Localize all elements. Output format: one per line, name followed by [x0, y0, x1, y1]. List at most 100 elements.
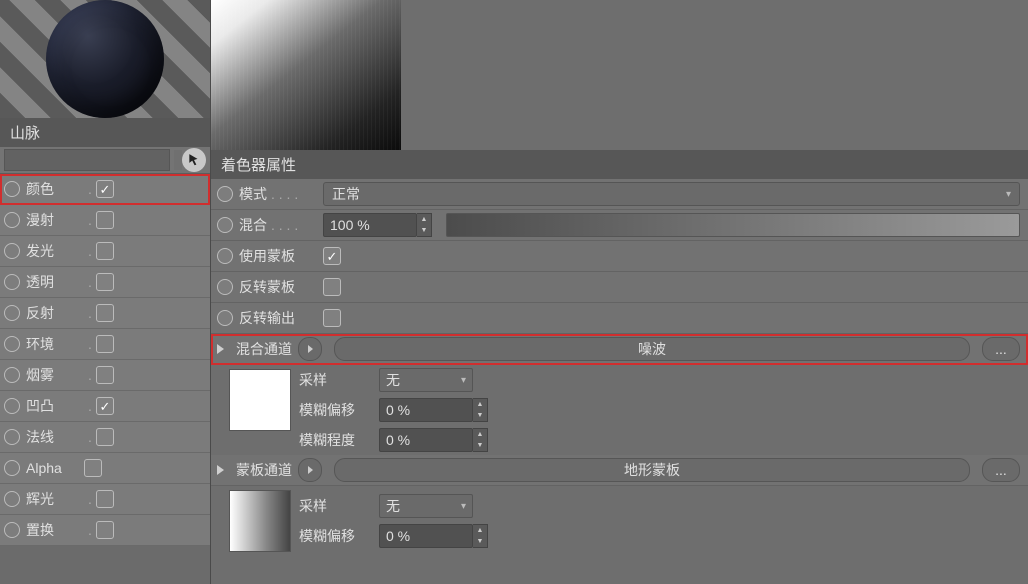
mask-sub-block: 采样 无 模糊偏移 0 % ▲▼ — [211, 486, 1028, 556]
row-blend: 混合 . . . . 100 % ▲▼ — [211, 210, 1028, 241]
radio-icon[interactable] — [4, 212, 20, 228]
picker-icon[interactable] — [182, 148, 206, 172]
material-search-field[interactable] — [4, 149, 170, 171]
channel-checkbox[interactable] — [96, 242, 114, 260]
spinner-icon[interactable]: ▲▼ — [473, 398, 488, 422]
dots-icon: . . . . — [271, 186, 298, 202]
blend-slider[interactable] — [446, 213, 1020, 237]
radio-icon[interactable] — [217, 310, 233, 326]
channel-fog[interactable]: 烟雾 . — [0, 360, 210, 391]
sidebar: 山脉 颜色 . 漫射 . 发光 . — [0, 0, 211, 584]
row-use-mask: 使用蒙板 — [211, 241, 1028, 272]
blend-channel-value: 噪波 — [638, 339, 666, 359]
channel-reflection[interactable]: 反射 . — [0, 298, 210, 329]
blur-offset-field[interactable]: 0 % ▲▼ — [379, 398, 488, 422]
channel-list: 颜色 . 漫射 . 发光 . 透明 . — [0, 174, 210, 584]
use-mask-checkbox[interactable] — [323, 247, 341, 265]
mode-value: 正常 — [332, 184, 360, 204]
mask-channel-value-button[interactable]: 地形蒙板 — [334, 458, 970, 482]
texture-preview[interactable] — [211, 0, 401, 150]
blend-field[interactable]: 100 % ▲▼ — [323, 213, 432, 237]
channel-transparency[interactable]: 透明 . — [0, 267, 210, 298]
channel-bump[interactable]: 凹凸 . — [0, 391, 210, 422]
radio-icon[interactable] — [217, 217, 233, 233]
radio-icon[interactable] — [4, 491, 20, 507]
sampling-dropdown[interactable]: 无 — [379, 368, 473, 392]
channel-checkbox[interactable] — [96, 335, 114, 353]
channel-checkbox[interactable] — [96, 273, 114, 291]
mode-dropdown[interactable]: 正常 — [323, 182, 1020, 206]
mask-channel-menu-button[interactable] — [298, 458, 322, 482]
material-tool-row — [0, 147, 210, 174]
channel-checkbox[interactable] — [84, 459, 102, 477]
mask-sub-thumb[interactable] — [229, 490, 291, 552]
mode-label: 模式 — [239, 184, 267, 204]
channel-color[interactable]: 颜色 . — [0, 174, 210, 205]
channel-checkbox[interactable] — [96, 521, 114, 539]
radio-icon[interactable] — [4, 460, 20, 476]
channel-label: 发光 — [26, 241, 84, 261]
expand-triangle-icon[interactable] — [217, 344, 224, 354]
dots-icon: . — [88, 305, 92, 321]
mask-blur-offset-field[interactable]: 0 % ▲▼ — [379, 524, 488, 548]
channel-diffuse[interactable]: 漫射 . — [0, 205, 210, 236]
channel-checkbox[interactable] — [96, 366, 114, 384]
radio-icon[interactable] — [217, 186, 233, 202]
channel-environment[interactable]: 环境 . — [0, 329, 210, 360]
channel-checkbox[interactable] — [96, 211, 114, 229]
radio-icon[interactable] — [4, 181, 20, 197]
channel-checkbox[interactable] — [96, 428, 114, 446]
material-preview[interactable] — [0, 0, 210, 118]
spinner-icon[interactable]: ▲▼ — [417, 213, 432, 237]
radio-icon[interactable] — [4, 305, 20, 321]
sampling-label: 采样 — [299, 370, 369, 390]
channel-normal[interactable]: 法线 . — [0, 422, 210, 453]
mask-sampling-dropdown[interactable]: 无 — [379, 494, 473, 518]
channel-glow[interactable]: 辉光 . — [0, 484, 210, 515]
radio-icon[interactable] — [4, 274, 20, 290]
row-mode: 模式 . . . . 正常 — [211, 179, 1028, 210]
channel-luminance[interactable]: 发光 . — [0, 236, 210, 267]
channel-alpha[interactable]: Alpha — [0, 453, 210, 484]
mask-channel-value: 地形蒙板 — [624, 460, 680, 480]
channel-label: 颜色 — [26, 179, 84, 199]
blend-channel-menu-button[interactable] — [298, 337, 322, 361]
channel-displacement[interactable]: 置换 . — [0, 515, 210, 546]
more-icon: ... — [995, 462, 1007, 478]
expand-triangle-icon[interactable] — [217, 465, 224, 475]
blend-channel-browse-button[interactable]: ... — [982, 337, 1020, 361]
dots-icon: . — [88, 522, 92, 538]
preview-sphere-icon — [46, 0, 164, 118]
channel-checkbox[interactable] — [96, 304, 114, 322]
dots-icon: . — [88, 243, 92, 259]
more-icon: ... — [995, 341, 1007, 357]
radio-icon[interactable] — [4, 429, 20, 445]
blend-sub-thumb[interactable] — [229, 369, 291, 431]
mask-channel-browse-button[interactable]: ... — [982, 458, 1020, 482]
radio-icon[interactable] — [217, 279, 233, 295]
channel-label: 法线 — [26, 427, 84, 447]
spinner-icon[interactable]: ▲▼ — [473, 428, 488, 452]
radio-icon[interactable] — [4, 367, 20, 383]
radio-icon[interactable] — [4, 336, 20, 352]
spinner-icon[interactable]: ▲▼ — [473, 524, 488, 548]
channel-checkbox[interactable] — [96, 180, 114, 198]
radio-icon[interactable] — [4, 398, 20, 414]
invert-output-label: 反转输出 — [239, 308, 295, 328]
channel-checkbox[interactable] — [96, 490, 114, 508]
blur-scale-field[interactable]: 0 % ▲▼ — [379, 428, 488, 452]
dots-icon: . — [88, 398, 92, 414]
material-name-field[interactable]: 山脉 — [0, 118, 210, 147]
tool-separator — [174, 150, 182, 170]
dots-icon: . — [88, 429, 92, 445]
radio-icon[interactable] — [4, 243, 20, 259]
invert-output-checkbox[interactable] — [323, 309, 341, 327]
blur-scale-value: 0 % — [386, 432, 410, 448]
radio-icon[interactable] — [217, 248, 233, 264]
row-blend-blur-offset: 模糊偏移 0 % ▲▼ — [299, 395, 488, 425]
channel-checkbox[interactable] — [96, 397, 114, 415]
blend-channel-value-button[interactable]: 噪波 — [334, 337, 970, 361]
blend-channel-label: 混合通道 — [236, 339, 292, 359]
radio-icon[interactable] — [4, 522, 20, 538]
invert-mask-checkbox[interactable] — [323, 278, 341, 296]
